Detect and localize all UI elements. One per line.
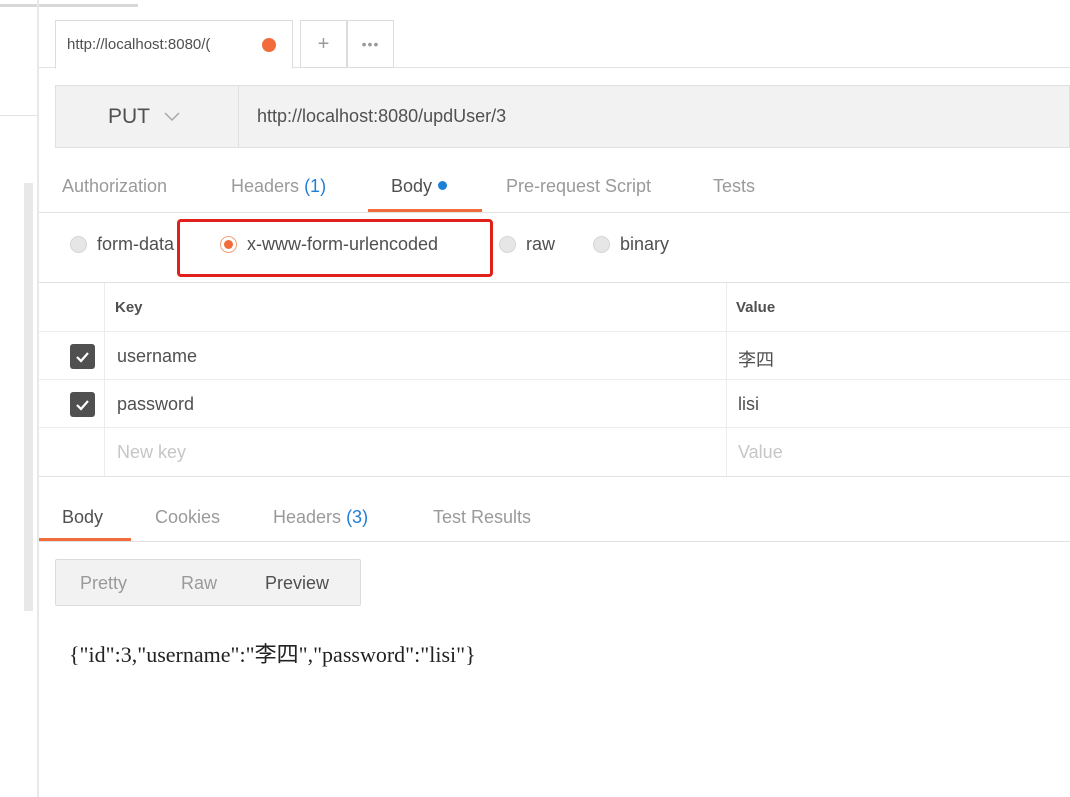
tab-tests-label: Tests (713, 176, 756, 196)
response-body-preview: {"id":3,"username":"李四","password":"lisi… (69, 642, 476, 667)
tab-body[interactable]: Body (391, 176, 448, 197)
param-value[interactable]: lisi (738, 394, 759, 415)
param-key[interactable]: password (117, 394, 194, 415)
tab-prerequest-label: Pre-request Script (506, 176, 652, 196)
new-key-input[interactable]: New key (117, 442, 186, 463)
body-modified-dot-icon (438, 181, 448, 190)
response-view-toggle: Pretty Raw Preview (55, 559, 361, 606)
sidebar-edge (0, 0, 40, 797)
request-subtabs: Authorization Headers (1) Body Pre-reque… (39, 162, 1070, 213)
request-tab[interactable]: http://localhost:8080/( (55, 20, 293, 69)
column-header-key: Key (115, 299, 143, 316)
view-preview-button[interactable]: Preview (265, 573, 329, 594)
check-icon (76, 399, 89, 411)
response-tab-headers-label: Headers (273, 507, 342, 527)
request-tab-title: http://localhost:8080/( (67, 36, 211, 53)
response-tab-test-results-label: Test Results (433, 507, 532, 527)
radio-raw[interactable]: raw (499, 234, 555, 255)
request-workspace: http://localhost:8080/( + ••• PUT http:/… (39, 0, 1070, 797)
plus-icon: + (317, 32, 330, 55)
column-header-value: Value (736, 299, 776, 316)
tab-body-label: Body (391, 176, 433, 196)
tab-authorization-label: Authorization (62, 176, 168, 196)
tab-authorization[interactable]: Authorization (62, 176, 167, 197)
radio-off-icon (593, 236, 610, 253)
url-text: http://localhost:8080/updUser/3 (257, 106, 507, 126)
row-checkbox[interactable] (70, 344, 95, 369)
radio-binary-label: binary (620, 234, 670, 254)
response-tab-headers[interactable]: Headers (3) (273, 507, 368, 528)
params-table: Key Value username 李四 password lisi New … (39, 283, 1070, 477)
radio-raw-label: raw (526, 234, 556, 254)
response-tab-body[interactable]: Body (62, 507, 103, 528)
table-row-new: New key Value (39, 428, 1070, 476)
tab-tests[interactable]: Tests (713, 176, 755, 197)
response-tab-cookies[interactable]: Cookies (155, 507, 220, 528)
tab-headers-label: Headers (231, 176, 300, 196)
response-tab-cookies-label: Cookies (155, 507, 221, 527)
method-label: PUT (108, 104, 150, 128)
new-value-input[interactable]: Value (738, 442, 783, 463)
chevron-down-icon (164, 109, 180, 125)
response-tab-headers-count: (3) (346, 507, 369, 527)
request-tab-bar: http://localhost:8080/( + ••• (39, 0, 1070, 69)
active-response-tab-indicator (39, 538, 131, 541)
tab-headers[interactable]: Headers (1) (231, 176, 326, 197)
sidebar-divider (0, 115, 38, 116)
param-value[interactable]: 李四 (738, 346, 774, 372)
more-tabs-button[interactable]: ••• (347, 20, 394, 68)
table-header-row: Key Value (39, 283, 1070, 332)
url-input[interactable]: http://localhost:8080/updUser/3 (239, 85, 1070, 148)
tab-prerequest-script[interactable]: Pre-request Script (506, 176, 651, 197)
radio-off-icon (499, 236, 516, 253)
active-tab-indicator (368, 209, 482, 212)
view-raw-button[interactable]: Raw (181, 573, 217, 594)
check-icon (76, 351, 89, 363)
more-icon: ••• (361, 36, 380, 52)
tab-headers-count: (1) (304, 176, 327, 196)
response-tabs: Body Cookies Headers (3) Test Results (39, 492, 1070, 542)
annotation-highlight-box (177, 219, 493, 277)
response-tab-test-results[interactable]: Test Results (433, 507, 531, 528)
radio-form-data-label: form-data (97, 234, 175, 254)
param-key[interactable]: username (117, 346, 197, 367)
unsaved-dot-icon (262, 38, 276, 52)
new-tab-button[interactable]: + (300, 20, 347, 68)
radio-binary[interactable]: binary (593, 234, 669, 255)
sidebar-scrollbar[interactable] (24, 183, 33, 611)
radio-form-data[interactable]: form-data (70, 234, 174, 255)
view-pretty-button[interactable]: Pretty (80, 573, 127, 594)
method-select[interactable]: PUT (55, 85, 239, 148)
table-row: username 李四 (39, 332, 1070, 380)
radio-off-icon (70, 236, 87, 253)
table-row: password lisi (39, 380, 1070, 428)
response-tab-body-label: Body (62, 507, 104, 527)
row-checkbox[interactable] (70, 392, 95, 417)
